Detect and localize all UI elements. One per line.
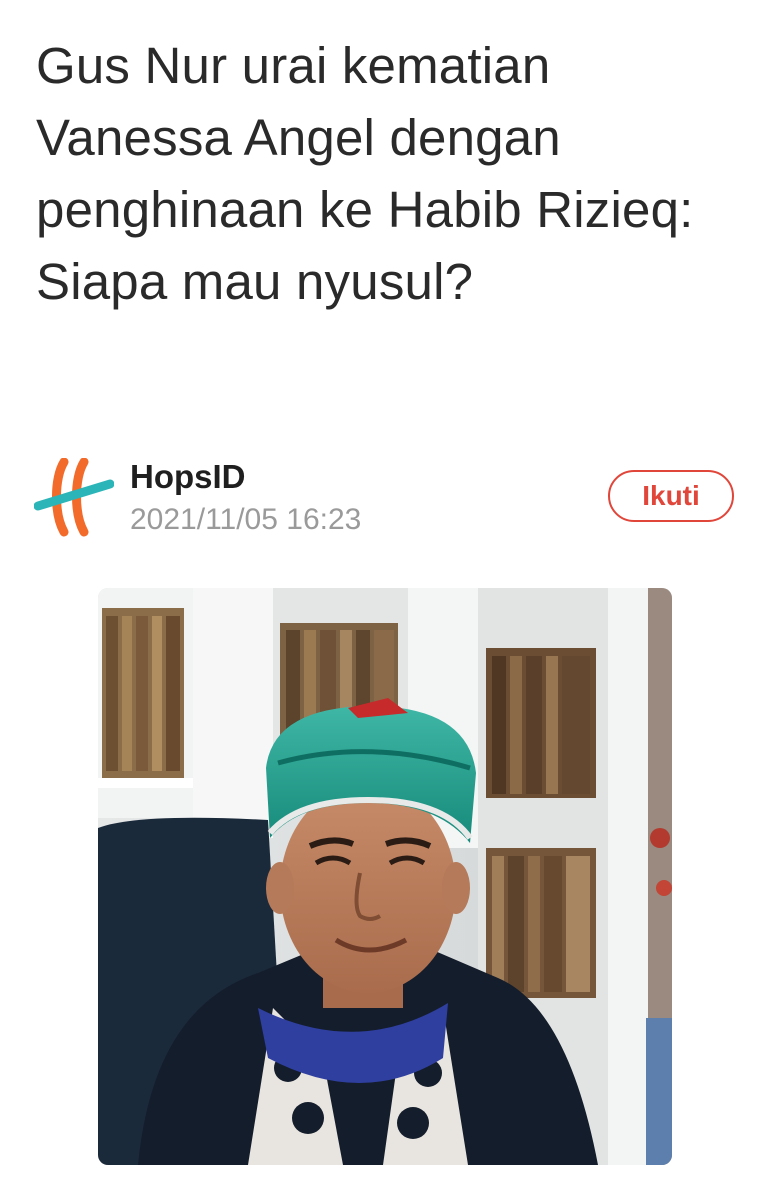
article-title: Gus Nur urai kematian Vanessa Angel deng… (36, 37, 694, 310)
hopsid-logo-icon[interactable] (33, 457, 115, 538)
source-name[interactable]: HopsID (130, 458, 246, 496)
follow-button[interactable]: Ikuti (608, 470, 734, 522)
article-photo[interactable] (98, 588, 672, 1165)
publish-time: 2021/11/05 16:23 (130, 503, 362, 536)
